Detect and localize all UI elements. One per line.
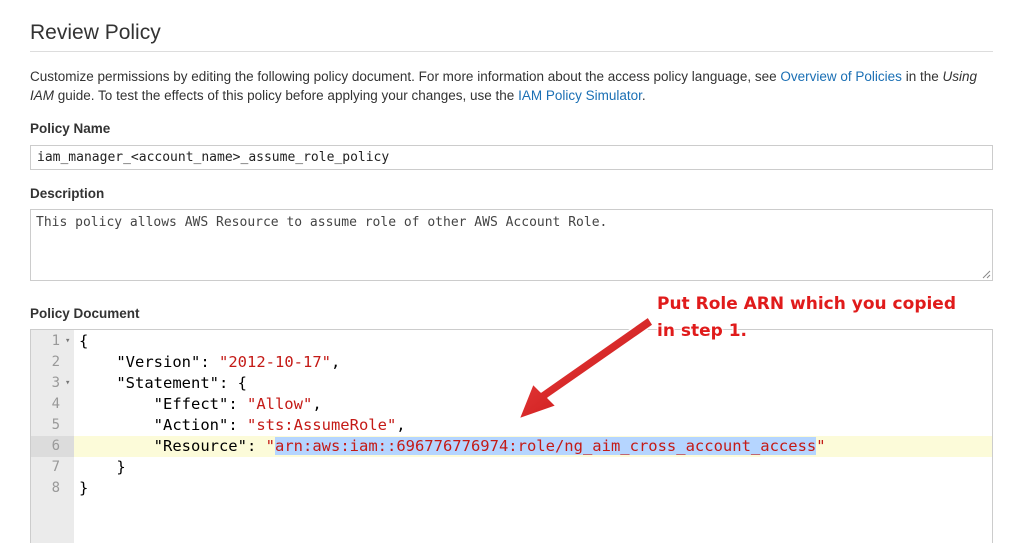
- description-textarea[interactable]: This policy allows AWS Resource to assum…: [30, 209, 993, 281]
- page-title: Review Policy: [30, 21, 161, 44]
- code-line[interactable]: 2 "Version": "2012-10-17",: [31, 352, 992, 373]
- json-key: "Statement": [116, 374, 219, 392]
- code-brace: {: [79, 332, 89, 350]
- json-string-quote: ": [816, 437, 826, 455]
- fold-arrow-icon[interactable]: ▾: [65, 373, 70, 394]
- code-line[interactable]: 8 }: [31, 478, 992, 499]
- line-number: 5: [51, 417, 60, 433]
- line-number: 2: [51, 354, 60, 370]
- annotation-line: in step 1.: [657, 321, 747, 341]
- iam-policy-simulator-link[interactable]: IAM Policy Simulator: [518, 88, 642, 103]
- code-line-active[interactable]: 6 "Resource": "arn:aws:iam::696776776974…: [31, 436, 992, 457]
- intro-text: in the: [901, 69, 943, 84]
- code-line[interactable]: 4 "Effect": "Allow",: [31, 394, 992, 415]
- policy-document-editor[interactable]: 1 ▾ { 2 "Version": "2012-10-17", 3 ▾ "St…: [30, 329, 993, 543]
- code-brace: }: [79, 479, 89, 497]
- json-key: "Action": [153, 416, 229, 434]
- code-line[interactable]: 5 "Action": "sts:AssumeRole",: [31, 415, 992, 436]
- json-key: "Version": [116, 353, 201, 371]
- intro-text: .: [641, 88, 646, 103]
- line-number: 7: [51, 459, 60, 475]
- json-string: "2012-10-17": [219, 353, 331, 371]
- title-divider: [30, 51, 993, 52]
- code-line[interactable]: 7 }: [31, 457, 992, 478]
- json-string: "sts:AssumeRole": [246, 416, 397, 434]
- json-key: "Resource": [153, 437, 247, 455]
- annotation-text: Put Role ARN which you copied in step 1.: [657, 291, 956, 345]
- code-brace: {: [237, 374, 247, 392]
- line-number: 6: [31, 436, 74, 457]
- overview-of-policies-link[interactable]: Overview of Policies: [780, 69, 902, 84]
- resize-grip-icon[interactable]: [981, 269, 991, 279]
- description-label: Description: [30, 186, 105, 201]
- code-brace: }: [116, 458, 126, 476]
- intro-paragraph: Customize permissions by editing the fol…: [30, 67, 1000, 105]
- annotation-line: Put Role ARN which you copied: [657, 294, 957, 314]
- policy-name-input[interactable]: iam_manager_<account_name>_assume_role_p…: [30, 145, 993, 170]
- policy-document-label: Policy Document: [30, 306, 140, 321]
- description-text: This policy allows AWS Resource to assum…: [36, 215, 608, 230]
- json-string: "Allow": [246, 395, 313, 413]
- selected-role-arn[interactable]: arn:aws:iam::696776776974:role/ng_aim_cr…: [275, 437, 817, 455]
- line-number: 4: [51, 396, 60, 412]
- line-number: 8: [51, 480, 60, 496]
- policy-name-label: Policy Name: [30, 121, 111, 136]
- json-key: "Effect": [153, 395, 229, 413]
- intro-text: Customize permissions by editing the fol…: [30, 69, 781, 84]
- code-line[interactable]: 3 ▾ "Statement": {: [31, 373, 992, 394]
- json-string-quote: ": [265, 437, 275, 455]
- intro-text: guide. To test the effects of this polic…: [54, 88, 519, 103]
- fold-arrow-icon[interactable]: ▾: [65, 331, 70, 352]
